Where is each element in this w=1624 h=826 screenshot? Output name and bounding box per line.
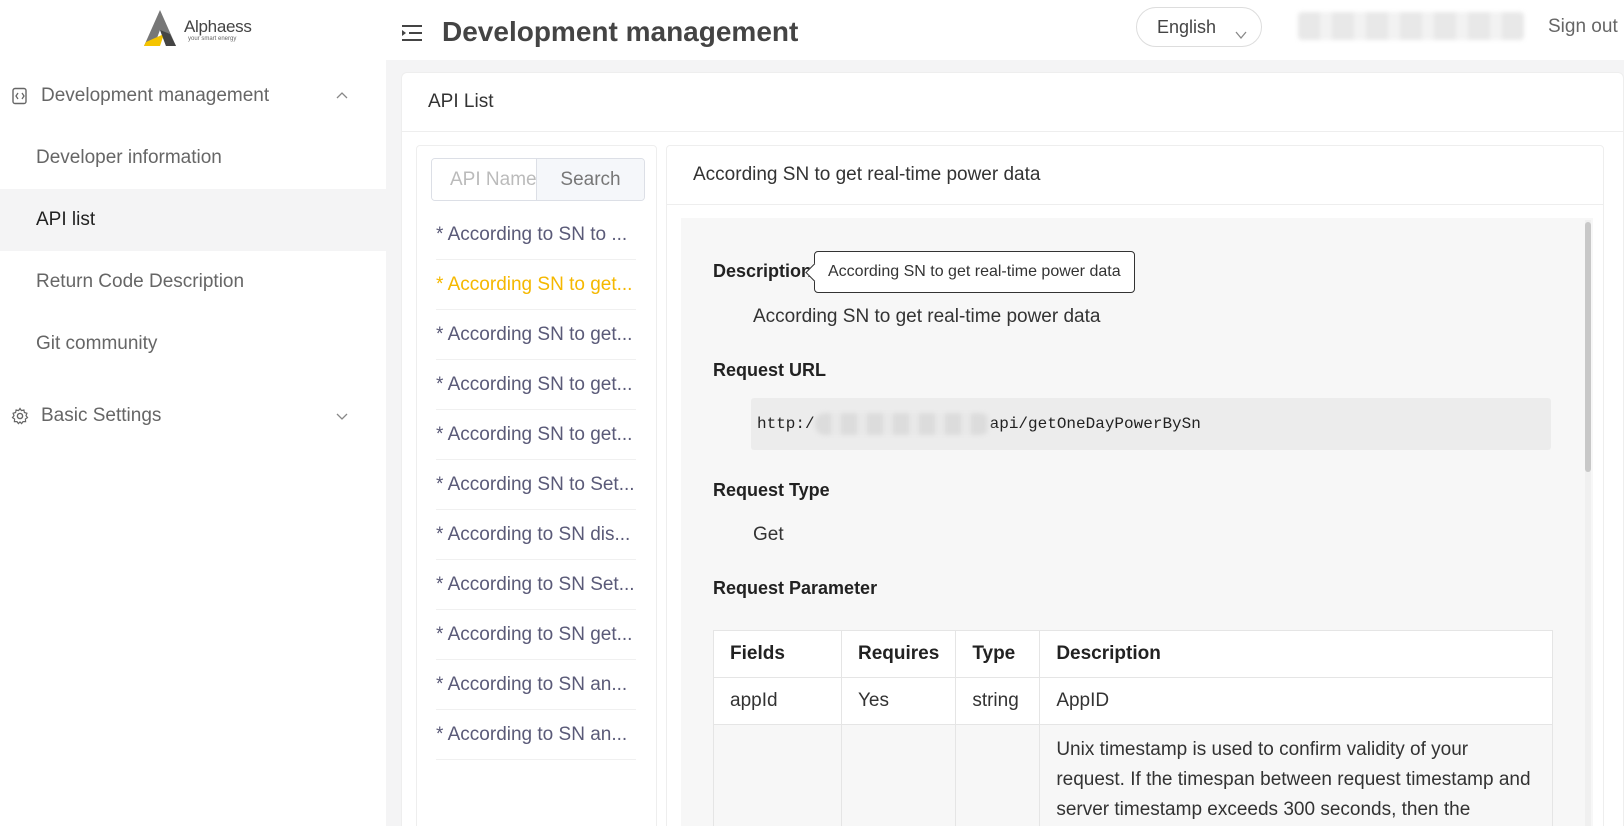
logo-name: Alphaess — [184, 17, 252, 36]
menu-group-basic-settings[interactable]: Basic Settings — [0, 385, 386, 447]
request-parameter-label: Request Parameter — [713, 578, 878, 598]
table-cell: appId — [713, 677, 842, 725]
sidebar-item-label: Return Code Description — [36, 271, 245, 292]
menu-group-development-management[interactable]: Development management — [0, 65, 386, 127]
table-header: Fields — [713, 630, 842, 678]
url-prefix: http:/ — [757, 415, 815, 433]
sidebar-item-git-community[interactable]: Git community — [0, 313, 386, 375]
top-header: Development management English Sign out — [386, 0, 1624, 60]
menu-fold-icon[interactable] — [401, 24, 423, 42]
sidebar-item-label: Developer information — [36, 147, 222, 168]
divider — [667, 204, 1603, 205]
sidebar-item-developer-information[interactable]: Developer information — [0, 127, 386, 189]
api-name-search-input[interactable] — [432, 159, 536, 200]
page-title: Development management — [442, 16, 799, 47]
card-title: API List — [428, 91, 494, 112]
chevron-down-icon — [1235, 24, 1247, 40]
api-list-item[interactable]: * According to SN get... — [436, 610, 636, 660]
api-detail-title: According SN to get real-time power data — [693, 164, 1041, 185]
api-list-panel: Search * According to SN to ... * Accord… — [416, 145, 657, 826]
language-select[interactable]: English — [1136, 7, 1262, 47]
api-list-item[interactable]: * According SN to Set... — [436, 460, 636, 510]
divider — [402, 131, 1624, 132]
table-cell — [955, 724, 1041, 826]
request-type-label: Request Type — [713, 480, 830, 500]
scrollbar-thumb[interactable] — [1585, 222, 1591, 472]
language-label: English — [1157, 16, 1217, 37]
table-header: Type — [955, 630, 1041, 678]
table-header-row: Fields Requires Type Description — [713, 630, 1553, 678]
request-parameter-table: Fields Requires Type Description appId Y… — [713, 630, 1553, 826]
menu-group-label: Development management — [41, 85, 270, 106]
gear-icon — [11, 407, 29, 425]
api-detail-body[interactable]: Description According SN to get real-tim… — [681, 218, 1593, 826]
sidebar-item-return-code-description[interactable]: Return Code Description — [0, 251, 386, 313]
chevron-down-icon — [336, 409, 348, 421]
table-row: appId Yes string AppID — [713, 677, 1553, 725]
url-path: api/getOneDayPowerBySn — [989, 415, 1201, 433]
table-cell: Yes — [840, 677, 957, 725]
table-header: Requires — [840, 630, 957, 678]
table-cell — [713, 724, 842, 826]
logo-icon — [144, 10, 176, 46]
table-row: Unix timestamp is used to confirm validi… — [713, 724, 1553, 826]
search-box: Search — [431, 158, 645, 201]
chevron-up-icon — [336, 89, 348, 101]
search-button[interactable]: Search — [536, 159, 644, 200]
api-list-item-active[interactable]: * According SN to get... — [436, 260, 636, 310]
api-detail-panel: According SN to get real-time power data… — [666, 145, 1604, 826]
api-list-card: API List Search * According to SN to ...… — [401, 72, 1624, 826]
request-url-label: Request URL — [713, 360, 827, 380]
sidebar-item-label: API list — [36, 209, 96, 230]
sidebar-item-label: Git community — [36, 333, 158, 354]
logo-tagline: your smart energy — [188, 36, 237, 42]
menu-group-label: Basic Settings — [41, 405, 162, 426]
sidebar-item-api-list[interactable]: API list — [0, 189, 386, 251]
api-list-item[interactable]: * According SN to get... — [436, 360, 636, 410]
url-host-redacted — [814, 413, 990, 435]
description-tooltip: According SN to get real-time power data — [814, 251, 1135, 293]
table-cell — [840, 724, 957, 826]
table-cell: Unix timestamp is used to confirm validi… — [1039, 724, 1553, 826]
description-value: According SN to get real-time power data — [753, 306, 1101, 327]
api-list-item[interactable]: * According to SN an... — [436, 660, 636, 710]
sidebar: Alphaess your smart energy Development m… — [0, 0, 386, 826]
api-list-item[interactable]: * According to SN to ... — [436, 210, 636, 260]
sign-out-link[interactable]: Sign out — [1548, 16, 1618, 38]
user-name-redacted — [1298, 12, 1524, 40]
api-list-item[interactable]: * According to SN dis... — [436, 510, 636, 560]
api-list-item[interactable]: * According SN to get... — [436, 310, 636, 360]
api-list-item[interactable]: * According to SN an... — [436, 710, 636, 760]
description-label: Description — [713, 261, 813, 281]
api-list-item[interactable]: * According to SN Set... — [436, 560, 636, 610]
request-url-box: http:/ api/getOneDayPowerBySn — [751, 398, 1551, 450]
table-cell: string — [955, 677, 1041, 725]
request-type-value: Get — [753, 524, 784, 545]
api-list-item[interactable]: * According SN to get... — [436, 410, 636, 460]
table-cell: AppID — [1039, 677, 1553, 725]
table-header: Description — [1039, 630, 1553, 678]
alphaess-logo[interactable]: Alphaess your smart energy — [140, 8, 252, 48]
code-file-icon — [11, 87, 29, 105]
